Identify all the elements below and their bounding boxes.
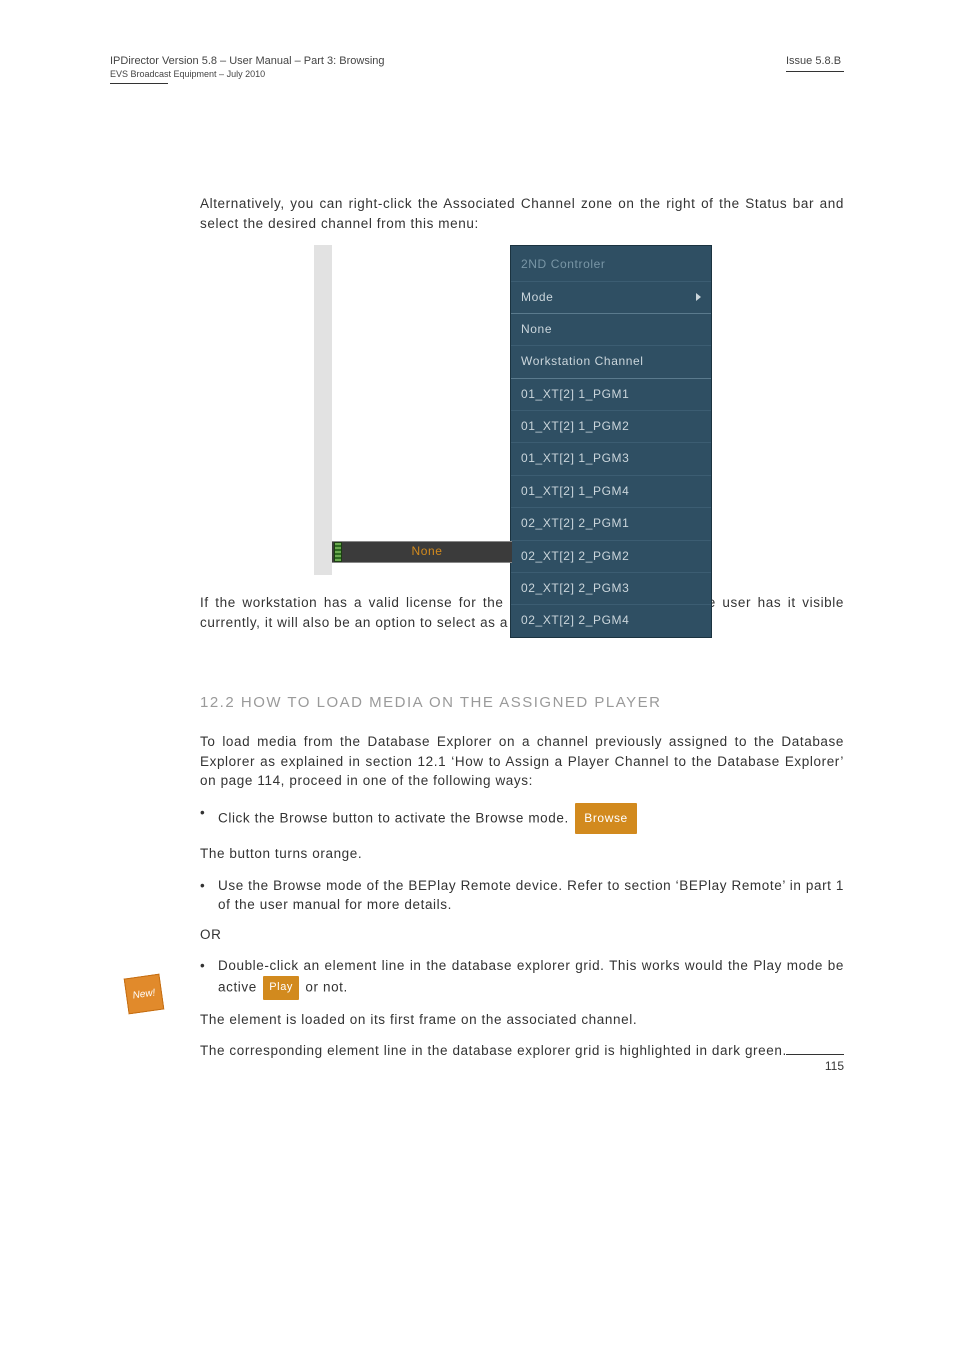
page-number: 115 (825, 1059, 844, 1073)
menu-item-mode[interactable]: Mode (511, 281, 711, 313)
menu-item-channel[interactable]: 02_XT[2] 2_PGM1 (511, 507, 711, 539)
header-title: IPDirector Version 5.8 – User Manual – P… (110, 55, 385, 67)
browse-button[interactable]: Browse (575, 803, 637, 834)
menu-item-channel[interactable]: 01_XT[2] 1_PGM4 (511, 475, 711, 507)
bullet-browse-sub: The button turns orange. (200, 844, 844, 864)
grip-handle-icon (334, 542, 342, 562)
page-content: Alternatively, you can right-click the A… (200, 194, 844, 1061)
bullet-beplay: Use the Browse mode of the BEPlay Remote… (200, 876, 844, 915)
context-menu[interactable]: 2ND Controler Mode None Workstation Chan… (510, 245, 712, 638)
menu-item-channel[interactable]: 02_XT[2] 2_PGM4 (511, 604, 711, 636)
paragraph-intro: Alternatively, you can right-click the A… (200, 194, 844, 233)
menu-item-channel[interactable]: 01_XT[2] 1_PGM1 (511, 378, 711, 410)
menu-item-workstation[interactable]: Workstation Channel (511, 345, 711, 377)
play-button[interactable]: Play (263, 976, 299, 1000)
menu-header: 2ND Controler (511, 246, 711, 280)
bullet-doubleclick: Double-click an element line in the data… (200, 956, 844, 1000)
status-bar-label: None (342, 543, 512, 560)
status-bar[interactable]: None (332, 541, 512, 563)
new-badge: New! (124, 974, 165, 1015)
submenu-arrow-icon (696, 293, 701, 301)
figure-sidebar (314, 245, 332, 575)
or-label: OR (200, 925, 844, 945)
header-subtitle: EVS Broadcast Equipment – July 2010 (110, 69, 385, 79)
paragraph-loaded: The element is loaded on its first frame… (200, 1010, 844, 1030)
menu-item-none[interactable]: None (511, 313, 711, 345)
section-heading: 12.2 HOW TO LOAD MEDIA ON THE ASSIGNED P… (200, 692, 844, 714)
menu-item-channel[interactable]: 02_XT[2] 2_PGM2 (511, 540, 711, 572)
paragraph-highlight: The corresponding element line in the da… (200, 1041, 844, 1061)
menu-item-channel[interactable]: 01_XT[2] 1_PGM2 (511, 410, 711, 442)
menu-item-channel[interactable]: 02_XT[2] 2_PGM3 (511, 572, 711, 604)
issue-label: Issue 5.8.B (786, 55, 844, 67)
menu-item-channel[interactable]: 01_XT[2] 1_PGM3 (511, 442, 711, 474)
page-header: IPDirector Version 5.8 – User Manual – P… (110, 55, 844, 84)
context-menu-figure: 2ND Controler Mode None Workstation Chan… (200, 245, 844, 575)
paragraph-load: To load media from the Database Explorer… (200, 732, 844, 791)
page-footer: 115 (786, 1054, 844, 1073)
bullet-browse: Click the Browse button to activate the … (200, 803, 844, 834)
